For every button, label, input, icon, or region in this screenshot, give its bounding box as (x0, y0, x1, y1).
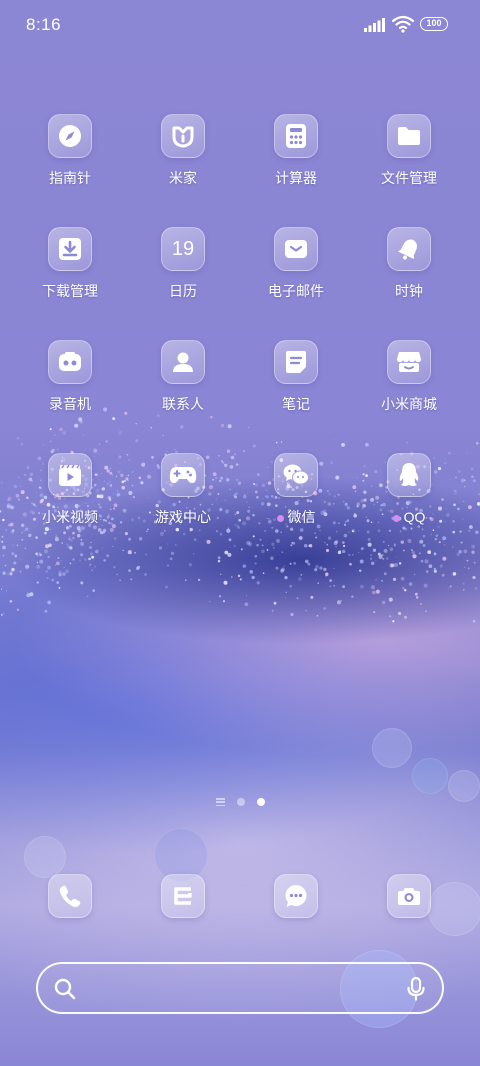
new-install-badge (276, 514, 284, 522)
search-icon[interactable] (54, 978, 76, 1000)
search-bar[interactable] (36, 962, 444, 1014)
mijia-icon (172, 126, 194, 148)
app-file-manager[interactable]: 文件管理 (353, 114, 465, 187)
app-label: 电子邮件 (268, 283, 324, 299)
dock-phone[interactable] (14, 874, 126, 918)
app-label: 日历 (169, 283, 197, 299)
app-wechat[interactable]: 微信 (240, 453, 352, 526)
app-clock[interactable]: 时钟 (353, 227, 465, 300)
app-compass[interactable]: 指南针 (14, 114, 126, 187)
app-calendar[interactable]: 19 日历 (127, 227, 239, 300)
recorder-icon (59, 352, 81, 371)
page-dot[interactable] (236, 798, 245, 806)
status-bar: 8:16 100 (0, 0, 480, 50)
page-dot-active[interactable] (256, 798, 265, 806)
gamepad-icon (169, 467, 197, 483)
app-label: 时钟 (395, 283, 423, 299)
microphone-icon[interactable] (406, 977, 426, 1001)
app-label: 文件管理 (381, 170, 437, 186)
dock-browser[interactable] (127, 874, 239, 918)
app-label: QQ (403, 509, 426, 525)
wallpaper-bokeh (24, 836, 66, 878)
app-mijia[interactable]: 米家 (127, 114, 239, 187)
app-mi-video[interactable]: 小米视频 (14, 453, 126, 526)
app-label: 计算器 (275, 170, 317, 186)
app-recorder[interactable]: 录音机 (14, 340, 126, 413)
app-notes[interactable]: 笔记 (240, 340, 352, 413)
new-install-badge (392, 514, 400, 522)
app-download-manager[interactable]: 下载管理 (14, 227, 126, 300)
dock-camera[interactable] (353, 874, 465, 918)
app-label: 下载管理 (42, 283, 98, 299)
app-contacts[interactable]: 联系人 (127, 340, 239, 413)
app-qq[interactable]: QQ (353, 453, 465, 526)
app-game-center[interactable]: 游戏中心 (127, 453, 239, 526)
contacts-icon (173, 352, 193, 372)
app-label: 米家 (169, 170, 197, 186)
calculator-icon (286, 124, 306, 148)
battery-level: 100 (426, 18, 442, 28)
app-email[interactable]: 电子邮件 (240, 227, 352, 300)
folder-icon (398, 127, 420, 145)
notes-icon (286, 351, 306, 373)
app-label: 录音机 (49, 396, 91, 412)
camera-icon (398, 888, 420, 905)
dock-messages[interactable] (240, 874, 352, 918)
app-label: 小米商城 (381, 396, 437, 412)
page-list-icon[interactable] (215, 798, 225, 806)
messages-icon (285, 885, 307, 907)
search-input[interactable] (88, 976, 392, 1002)
calendar-icon: 19 (171, 237, 195, 260)
app-mi-store[interactable]: 小米商城 (353, 340, 465, 413)
app-calculator[interactable]: 计算器 (240, 114, 352, 187)
wechat-icon (283, 464, 309, 485)
wifi-icon (392, 15, 414, 33)
status-time: 8:16 (26, 15, 62, 34)
alarm-clock-icon (397, 239, 417, 260)
wallpaper-bokeh (412, 758, 448, 794)
page-indicator (0, 795, 480, 809)
app-label: 微信 (287, 509, 316, 525)
app-label: 联系人 (162, 396, 204, 412)
app-label: 游戏中心 (155, 509, 211, 525)
app-label: 笔记 (282, 396, 310, 412)
compass-icon (59, 125, 81, 147)
browser-icon (174, 887, 192, 905)
app-label: 小米视频 (42, 509, 98, 525)
video-icon (59, 464, 81, 486)
battery-icon: 100 (420, 17, 448, 31)
download-icon (59, 238, 81, 260)
phone-icon (59, 885, 81, 907)
store-icon (397, 352, 421, 372)
qq-icon (399, 463, 419, 486)
signal-icon (364, 18, 385, 32)
app-label: 指南针 (49, 170, 91, 186)
mail-icon (285, 240, 307, 258)
wallpaper-bokeh (372, 728, 412, 768)
